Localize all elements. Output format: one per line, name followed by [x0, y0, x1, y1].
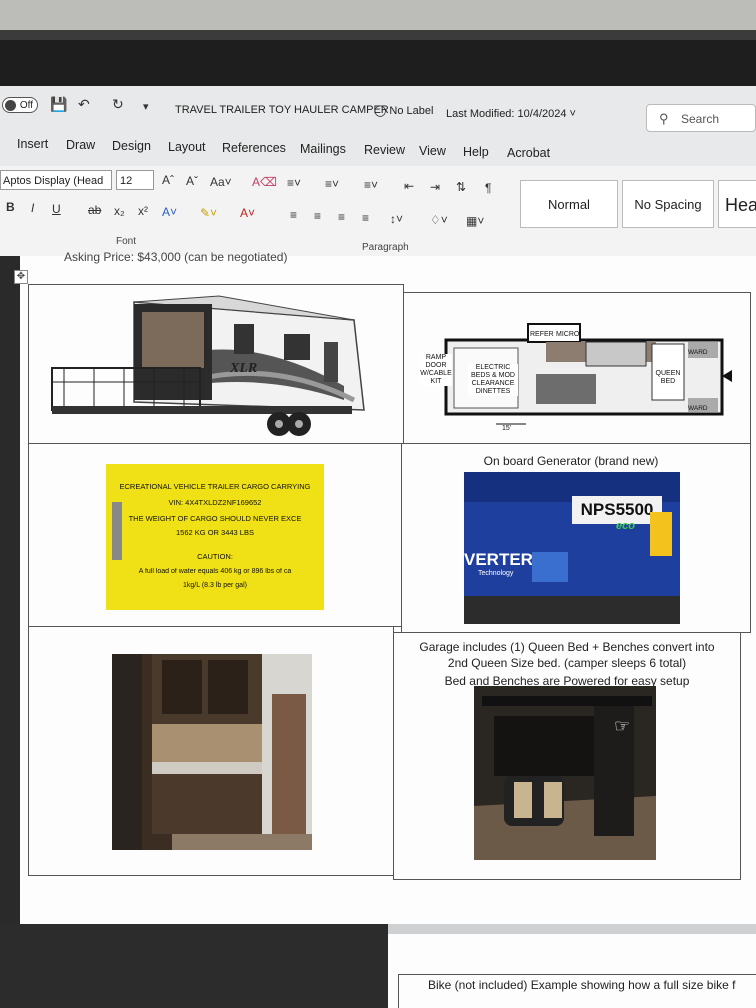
garage-photo: ☞ — [474, 686, 656, 860]
table-move-handle-icon[interactable]: ✥ — [14, 270, 28, 284]
font-size-select[interactable]: 12 — [116, 170, 154, 190]
align-center-icon[interactable]: ≡ — [314, 209, 321, 223]
generator-caption: On board Generator (brand new) — [483, 454, 659, 468]
garage-caption-2: 2nd Queen Size bed. (camper sleeps 6 tot… — [447, 656, 687, 670]
justify-icon[interactable]: ≡ — [362, 211, 369, 225]
align-right-icon[interactable]: ≡ — [338, 210, 345, 224]
shield-icon: ◯ — [374, 105, 390, 117]
tab-review[interactable]: Review — [364, 143, 405, 157]
last-modified[interactable]: Last Modified: 10/4/2024 ˅ — [446, 108, 576, 120]
highlight-icon[interactable]: ✎˅ — [200, 206, 217, 220]
generator-bottom — [464, 596, 680, 624]
undo-icon[interactable]: ↶ — [78, 96, 90, 113]
style-no-spacing[interactable]: No Spacing — [622, 180, 714, 228]
change-case-icon[interactable]: Aa˅ — [210, 175, 232, 189]
generator-eco: eco — [616, 520, 635, 532]
tab-view[interactable]: View — [419, 144, 446, 158]
kitchen-photo — [112, 654, 312, 850]
cargo-line-7: 1kg/L (8.3 lb per gal) — [183, 582, 247, 589]
generator-brand: VERTER — [464, 550, 533, 569]
queen-bed-label: QUEEN BED — [655, 370, 681, 385]
toggle-knob — [5, 100, 16, 111]
bold-icon[interactable]: B — [6, 200, 15, 214]
ward-bottom-label: WARD — [688, 405, 708, 412]
page-gap — [388, 924, 756, 934]
font-name-select[interactable]: Aptos Display (Head — [0, 170, 112, 190]
monitor-bottom — [0, 924, 388, 1008]
refer-label: REFER — [530, 331, 554, 338]
cargo-line-5: CAUTION: — [197, 552, 233, 561]
cargo-line-3: THE WEIGHT OF CARGO SHOULD NEVER EXCE — [128, 514, 302, 523]
bullets-icon[interactable]: ≡˅ — [287, 176, 301, 190]
cursor-icon: ☞ — [614, 716, 631, 736]
strikethrough-icon[interactable]: ab — [88, 203, 101, 217]
trailer-brand-logo: XLR — [229, 361, 257, 376]
style-normal[interactable]: Normal — [520, 180, 618, 228]
multilevel-list-icon[interactable]: ≡˅ — [364, 178, 378, 192]
style-heading-1[interactable]: Hea — [718, 180, 756, 228]
borders-icon[interactable]: ▦˅ — [466, 214, 484, 228]
tag — [650, 512, 672, 556]
label-strip — [112, 502, 122, 560]
electric-beds-label: ELECTRIC BEDS & MOD CLEARANCE DINETTES — [468, 364, 518, 396]
document-title: TRAVEL TRAILER TOY HAULER CAMPER — [175, 104, 389, 116]
search-icon: ⚲ — [659, 111, 669, 126]
line-spacing-icon[interactable]: ↕˅ — [390, 212, 403, 226]
underline-icon[interactable]: U — [52, 202, 61, 216]
tab-draw[interactable]: Draw — [66, 138, 95, 152]
monitor-bezel — [0, 0, 756, 86]
chevron-down-icon: ˅ — [569, 108, 576, 120]
numbering-icon[interactable]: ≡˅ — [325, 177, 339, 191]
sort-icon[interactable]: ⇅ — [456, 180, 466, 194]
decrease-indent-icon[interactable]: ⇤ — [404, 179, 414, 193]
tab-insert[interactable]: Insert — [17, 137, 48, 151]
trailer-photo: XLR — [44, 290, 394, 440]
italic-icon[interactable]: I — [31, 201, 34, 215]
superscript-icon[interactable]: x² — [138, 204, 148, 218]
autosave-label: Off — [19, 100, 33, 111]
text-effects-icon[interactable]: A˅ — [162, 205, 177, 219]
asking-price-text: Asking Price: $43,000 (can be negotiated… — [64, 250, 288, 264]
subscript-icon[interactable]: x₂ — [114, 204, 125, 218]
tab-design[interactable]: Design — [112, 139, 151, 153]
tab-layout[interactable]: Layout — [168, 140, 206, 154]
generator-badge — [532, 552, 568, 582]
clear-formatting-icon[interactable]: A⌫ — [252, 175, 277, 189]
generator-photo: NPS5500 eco VERTER Technology — [464, 472, 680, 624]
micro-label: MICRO — [556, 331, 580, 338]
tab-help[interactable]: Help — [463, 145, 489, 159]
shading-icon[interactable]: ♢˅ — [430, 213, 448, 227]
customize-qat-icon[interactable]: ▾ — [143, 100, 149, 113]
garage-caption-1: Garage includes (1) Queen Bed + Benches … — [419, 640, 715, 654]
autosave-toggle[interactable]: Off — [2, 97, 38, 113]
tab-references[interactable]: References — [222, 141, 286, 155]
cargo-line-2: VIN: 4X4TXLDZ2NF169652 — [168, 498, 262, 507]
cargo-line-6: A full load of water equals 406 kg or 89… — [138, 568, 292, 575]
group-font-label: Font — [116, 236, 137, 247]
cargo-line-4: 1562 KG OR 3443 LBS — [176, 528, 254, 537]
ward-top-label: WARD — [688, 349, 708, 356]
cargo-line-1: ECREATIONAL VEHICLE TRAILER CARGO CARRYI… — [119, 482, 311, 491]
tab-mailings[interactable]: Mailings — [300, 142, 346, 156]
save-icon[interactable]: 💾 — [50, 96, 67, 113]
generator-brand-sub: Technology — [478, 570, 514, 577]
increase-indent-icon[interactable]: ⇥ — [430, 180, 440, 194]
cargo-label-photo: ECREATIONAL VEHICLE TRAILER CARGO CARRYI… — [106, 464, 324, 610]
search-box[interactable]: ⚲ Search — [646, 104, 756, 132]
pilcrow-icon[interactable]: ¶ — [485, 181, 491, 195]
align-left-icon[interactable]: ≡ — [290, 208, 297, 222]
font-color-icon[interactable]: A˅ — [240, 206, 255, 220]
ramp-door-label: RAMP DOOR W/CABLE KIT — [420, 354, 452, 386]
group-paragraph-label: Paragraph — [362, 242, 409, 253]
sensitivity-label[interactable]: ◯ No Label — [374, 104, 433, 117]
floorplan-image: REFER MICRO WARD WARD 15' RAMP DOOR W/CA… — [416, 318, 738, 432]
tab-acrobat[interactable]: Acrobat — [507, 146, 550, 160]
monitor-edge — [0, 256, 20, 1008]
redo-icon[interactable]: ↻ — [112, 96, 124, 113]
shrink-font-icon[interactable]: Aˇ — [186, 174, 198, 188]
bike-caption: Bike (not included) Example showing how … — [428, 978, 736, 992]
length-label: 15' — [502, 425, 511, 432]
grow-font-icon[interactable]: Aˆ — [162, 173, 174, 187]
